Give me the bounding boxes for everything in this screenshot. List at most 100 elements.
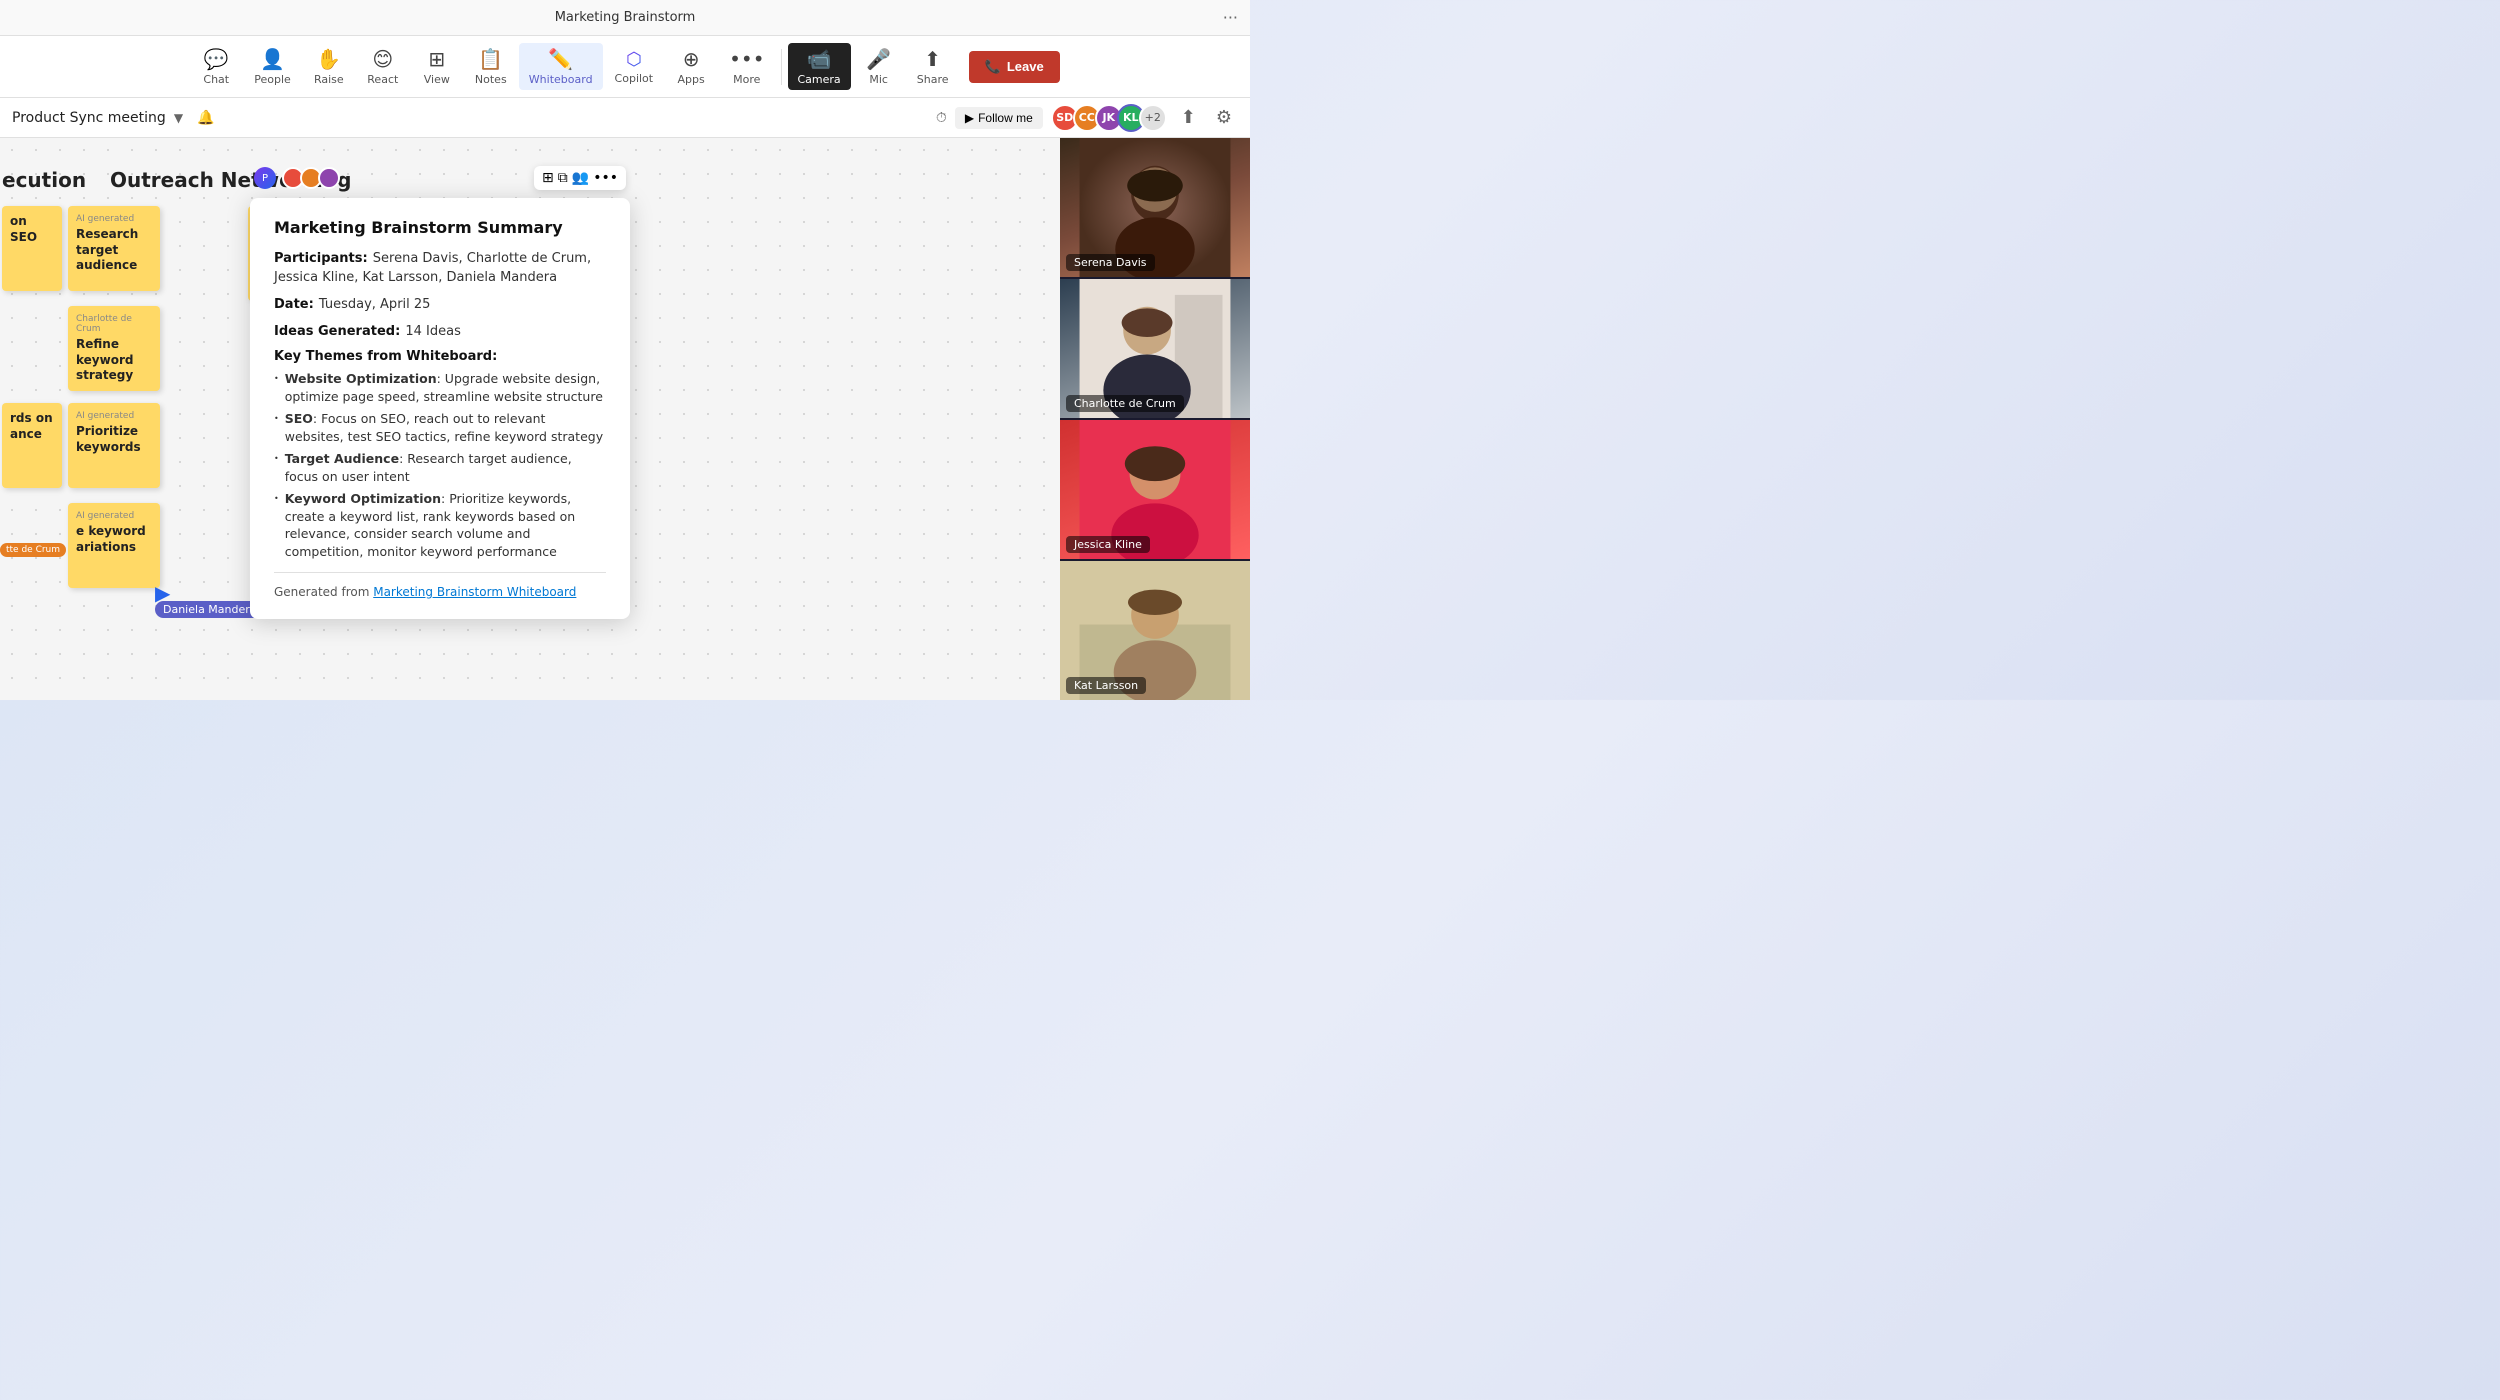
summary-more-icon[interactable]: ••• <box>593 170 618 186</box>
summary-date: Date: Tuesday, April 25 <box>274 293 606 312</box>
video-panel: Serena Davis Charlotte de Crum <box>1060 138 1250 700</box>
generated-from-link[interactable]: Marketing Brainstorm Whiteboard <box>373 585 576 599</box>
sticky-note-prioritize-badge: AI generated <box>76 411 152 421</box>
toolbar-copilot[interactable]: ⬡ Copilot <box>605 45 664 89</box>
sticky-note-seo[interactable]: on SEO <box>2 206 62 291</box>
toolbar-whiteboard-label: Whiteboard <box>529 73 593 86</box>
follow-me-button[interactable]: ▶ Follow me <box>955 107 1043 129</box>
toolbar-apps[interactable]: ⊕ Apps <box>665 43 717 90</box>
ideas-value: 14 Ideas <box>405 324 461 339</box>
cursor-arrow: ▶ <box>155 583 170 603</box>
cursor-label: Daniela Mandera <box>155 601 265 618</box>
raise-icon: ✋ <box>316 47 341 71</box>
window-dots[interactable]: ··· <box>1223 8 1238 27</box>
section-label-execution: ecution <box>2 168 86 192</box>
toolbar: 💬 Chat 👤 People ✋ Raise 😊 React ⊞ View 📋… <box>0 36 1250 98</box>
share-icon: ⬆ <box>924 47 941 71</box>
toolbar-react[interactable]: 😊 React <box>357 43 409 90</box>
theme-target-text: Target Audience: Research target audienc… <box>285 450 606 485</box>
meeting-title-chevron[interactable]: ▼ <box>174 111 183 125</box>
video-name-serena: Serena Davis <box>1066 254 1155 271</box>
toolbar-more[interactable]: ••• More <box>719 43 774 90</box>
toolbar-camera[interactable]: 📹 Camera <box>788 43 851 90</box>
meeting-bar-right: ⏱ ▶ Follow me SD CC JK KL +2 ⬆ ⚙ <box>936 104 1238 132</box>
author-badge-bottom: tte de Crum <box>0 543 66 557</box>
toolbar-whiteboard[interactable]: ✏️ Whiteboard <box>519 43 603 90</box>
theme-keyword-text: Keyword Optimization: Prioritize keyword… <box>285 490 606 560</box>
summary-title: Marketing Brainstorm Summary <box>274 218 606 237</box>
video-tile-serena: Serena Davis <box>1060 138 1250 277</box>
sa3 <box>318 167 340 189</box>
window-title: Marketing Brainstorm <box>555 10 696 25</box>
sticky-note-keyword-var-text: e keyword ariations <box>76 524 152 555</box>
copilot-avatar: P <box>254 167 276 189</box>
sticky-note-refine-badge: Charlotte de Crum <box>76 314 152 334</box>
toolbar-raise[interactable]: ✋ Raise <box>303 43 355 90</box>
main-content: ecution Outreach Networking on SEO AI ge… <box>0 138 1250 700</box>
cursor-container: ▶ Daniela Mandera <box>155 583 170 603</box>
summary-grid-icon[interactable]: ⊞ <box>542 170 554 186</box>
toolbar-notes-label: Notes <box>475 73 507 86</box>
view-icon: ⊞ <box>428 47 445 71</box>
whiteboard-canvas[interactable]: ecution Outreach Networking on SEO AI ge… <box>0 138 1060 700</box>
sticky-note-rds-text: rds on ance <box>10 411 54 442</box>
toolbar-chat[interactable]: 💬 Chat <box>190 43 242 90</box>
ideas-label: Ideas Generated: <box>274 324 400 339</box>
theme-website: • Website Optimization: Upgrade website … <box>274 370 606 405</box>
sticky-note-research[interactable]: AI generated Research target audience <box>68 206 160 291</box>
sticky-note-refine[interactable]: Charlotte de Crum Refine keyword strateg… <box>68 306 160 391</box>
toolbar-share[interactable]: ⬆ Share <box>907 43 959 90</box>
video-tile-kat: Kat Larsson <box>1060 561 1250 700</box>
bullet-dot-3: • <box>274 453 279 464</box>
sticky-note-rds[interactable]: rds on ance <box>2 403 62 488</box>
summary-copy-icon[interactable]: ⧉ <box>558 170 568 186</box>
toolbar-mic[interactable]: 🎤 Mic <box>853 43 905 90</box>
toolbar-chat-label: Chat <box>203 73 229 86</box>
leave-button[interactable]: 📞 Leave <box>969 51 1060 83</box>
toolbar-copilot-label: Copilot <box>615 72 654 85</box>
toolbar-people[interactable]: 👤 People <box>244 43 301 90</box>
copilot-icon: ⬡ <box>626 49 642 70</box>
summary-share-icon[interactable]: 👥 <box>572 170 589 186</box>
theme-target: • Target Audience: Research target audie… <box>274 450 606 485</box>
video-tile-charlotte: Charlotte de Crum <box>1060 279 1250 418</box>
generated-from: Generated from Marketing Brainstorm Whit… <box>274 585 606 599</box>
share-meeting-icon[interactable]: ⬆ <box>1175 105 1202 130</box>
leave-phone-icon: 📞 <box>985 59 1001 75</box>
follow-me-icon: ▶ <box>965 111 974 125</box>
meeting-bar: Product Sync meeting ▼ 🔔 ⏱ ▶ Follow me S… <box>0 98 1250 138</box>
sticky-note-prioritize-text: Prioritize keywords <box>76 424 152 455</box>
mic-icon: 🎤 <box>866 47 891 71</box>
toolbar-view-label: View <box>424 73 450 86</box>
whiteboard-icon: ✏️ <box>548 47 573 71</box>
date-value: Tuesday, April 25 <box>319 297 431 312</box>
toolbar-view[interactable]: ⊞ View <box>411 43 463 90</box>
video-name-charlotte: Charlotte de Crum <box>1066 395 1184 412</box>
sticky-note-keyword-var[interactable]: AI generated e keyword ariations <box>68 503 160 588</box>
toolbar-notes[interactable]: 📋 Notes <box>465 43 517 90</box>
summary-card: P ⊞ ⧉ 👥 ••• Marketing Brainstorm Summary… <box>250 198 630 619</box>
sticky-note-research-text: Research target audience <box>76 227 152 274</box>
participants-label: Participants: <box>274 251 368 266</box>
settings-icon[interactable]: ⚙ <box>1210 105 1238 130</box>
toolbar-share-label: Share <box>917 73 949 86</box>
summary-participants: Participants: Serena Davis, Charlotte de… <box>274 247 606 285</box>
generated-from-text: Generated from <box>274 585 373 599</box>
toolbar-mic-label: Mic <box>869 73 888 86</box>
title-bar: Marketing Brainstorm ··· <box>0 0 1250 36</box>
toolbar-raise-label: Raise <box>314 73 344 86</box>
camera-icon: 📹 <box>807 47 832 71</box>
avatar-extra-count[interactable]: +2 <box>1139 104 1167 132</box>
sticky-note-refine-text: Refine keyword strategy <box>76 337 152 384</box>
more-icon: ••• <box>729 47 764 71</box>
bullet-dot-4: • <box>274 493 279 504</box>
avatar-group: SD CC JK KL +2 <box>1051 104 1167 132</box>
meeting-info-icon[interactable]: 🔔 <box>197 110 214 126</box>
toolbar-camera-label: Camera <box>798 73 841 86</box>
theme-seo: • SEO: Focus on SEO, reach out to releva… <box>274 410 606 445</box>
bullet-dot-2: • <box>274 413 279 424</box>
theme-keyword: • Keyword Optimization: Prioritize keywo… <box>274 490 606 560</box>
sticky-note-prioritize[interactable]: AI generated Prioritize keywords <box>68 403 160 488</box>
timer-icon: ⏱ <box>936 110 947 126</box>
toolbar-divider <box>781 49 782 85</box>
